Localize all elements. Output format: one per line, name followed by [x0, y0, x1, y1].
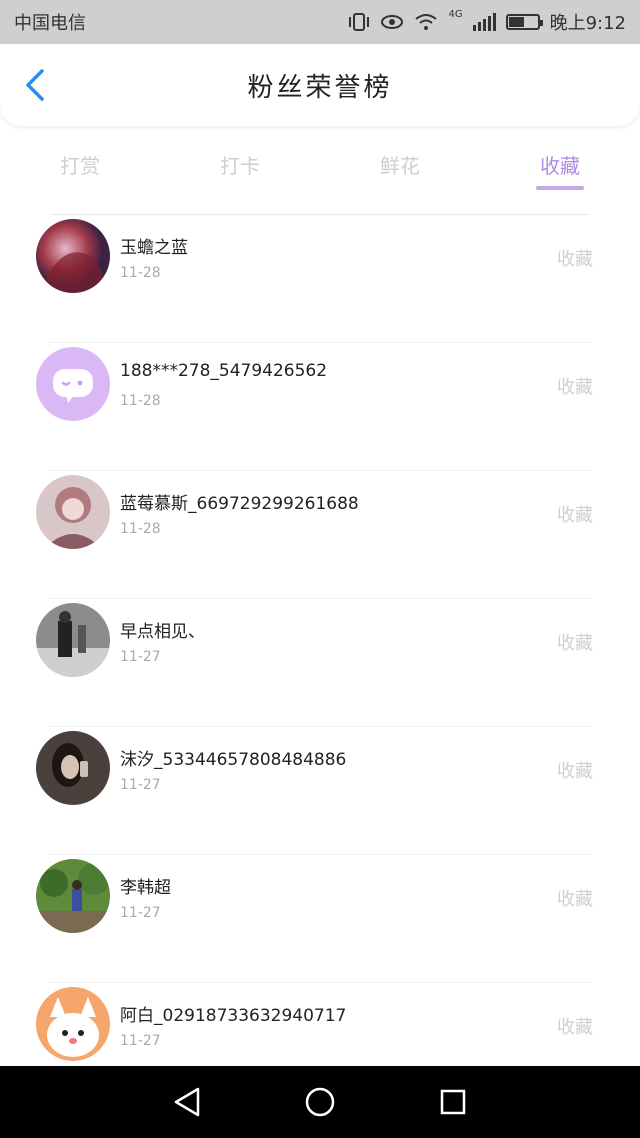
back-button[interactable]: [18, 68, 52, 102]
fan-list: 玉蟾之蓝 11-28 收藏 188***278_5479426562 11-28 收藏 蓝莓…: [0, 214, 640, 1110]
fan-name: 玉蟾之蓝: [120, 238, 188, 258]
battery-icon: [505, 14, 543, 30]
fan-name: 蓝莓慕斯_669729299261688: [120, 494, 359, 514]
chevron-left-icon: [26, 69, 44, 101]
vibrate-icon: [348, 13, 370, 31]
signal-icon: [472, 13, 496, 31]
header: 粉丝荣誉榜: [0, 44, 640, 126]
active-tab-indicator: [536, 186, 584, 190]
status-bar: 中国电信 4G 晚上9:12: [0, 0, 640, 44]
carrier-label: 中国电信: [14, 13, 86, 34]
list-item[interactable]: 沫汐_53344657808484886 11-27 收藏: [36, 726, 593, 854]
tab-2[interactable]: 鲜花: [320, 140, 480, 196]
tab-label: 收藏: [540, 154, 580, 178]
list-item[interactable]: 早点相见、 11-27 收藏: [36, 598, 593, 726]
fan-date: 11-28: [120, 265, 161, 281]
recent-square-icon: [441, 1089, 466, 1115]
list-item[interactable]: 李韩超 11-27 收藏: [36, 854, 593, 982]
list-item[interactable]: 玉蟾之蓝 11-28 收藏: [36, 214, 593, 342]
fan-date: 11-27: [120, 649, 161, 665]
tab-label: 打赏: [60, 154, 100, 178]
fan-date: 11-28: [120, 393, 161, 409]
fan-date: 11-27: [120, 905, 161, 921]
fan-name: 188***278_5479426562: [120, 361, 328, 381]
avatar[interactable]: [36, 475, 110, 549]
network-type-label: 4G: [448, 9, 463, 20]
back-triangle-icon: [174, 1087, 199, 1117]
nav-home-button[interactable]: [300, 1082, 340, 1122]
tab-bar: 打赏 打卡 鲜花 收藏: [0, 140, 640, 196]
list-item[interactable]: 蓝莓慕斯_669729299261688 11-28 收藏: [36, 470, 593, 598]
avatar[interactable]: [36, 603, 110, 677]
fan-name: 阿白_02918733632940717: [120, 1006, 347, 1026]
list-item[interactable]: 188***278_5479426562 11-28 收藏: [36, 342, 593, 470]
action-label: 收藏: [557, 633, 593, 654]
home-circle-icon: [305, 1087, 335, 1117]
action-label: 收藏: [557, 249, 593, 270]
tab-label: 打卡: [220, 154, 260, 178]
action-label: 收藏: [557, 1017, 593, 1038]
avatar[interactable]: [36, 859, 110, 933]
page-title: 粉丝荣誉榜: [247, 72, 393, 103]
fan-date: 11-28: [120, 521, 161, 537]
action-label: 收藏: [557, 761, 593, 782]
fan-date: 11-27: [120, 1033, 161, 1049]
avatar[interactable]: [36, 731, 110, 805]
avatar[interactable]: [36, 219, 110, 293]
avatar[interactable]: [36, 987, 110, 1061]
wifi-icon: [414, 13, 438, 31]
avatar[interactable]: [36, 347, 110, 421]
tab-0[interactable]: 打赏: [0, 140, 160, 196]
action-label: 收藏: [557, 889, 593, 910]
tab-3[interactable]: 收藏: [480, 140, 640, 196]
action-label: 收藏: [557, 377, 593, 398]
eye-icon: [380, 14, 404, 30]
tab-label: 鲜花: [380, 154, 420, 178]
tab-1[interactable]: 打卡: [160, 140, 320, 196]
fan-name: 沫汐_53344657808484886: [120, 750, 347, 770]
action-label: 收藏: [557, 505, 593, 526]
fan-name: 李韩超: [120, 878, 171, 898]
fan-date: 11-27: [120, 777, 161, 793]
system-nav-bar: [0, 1066, 640, 1138]
nav-recent-button[interactable]: [433, 1082, 473, 1122]
nav-back-button[interactable]: [167, 1082, 207, 1122]
clock-label: 晚上9:12: [549, 13, 626, 34]
status-icons: 4G 晚上9:12: [348, 9, 626, 35]
fan-name: 早点相见、: [120, 622, 205, 642]
